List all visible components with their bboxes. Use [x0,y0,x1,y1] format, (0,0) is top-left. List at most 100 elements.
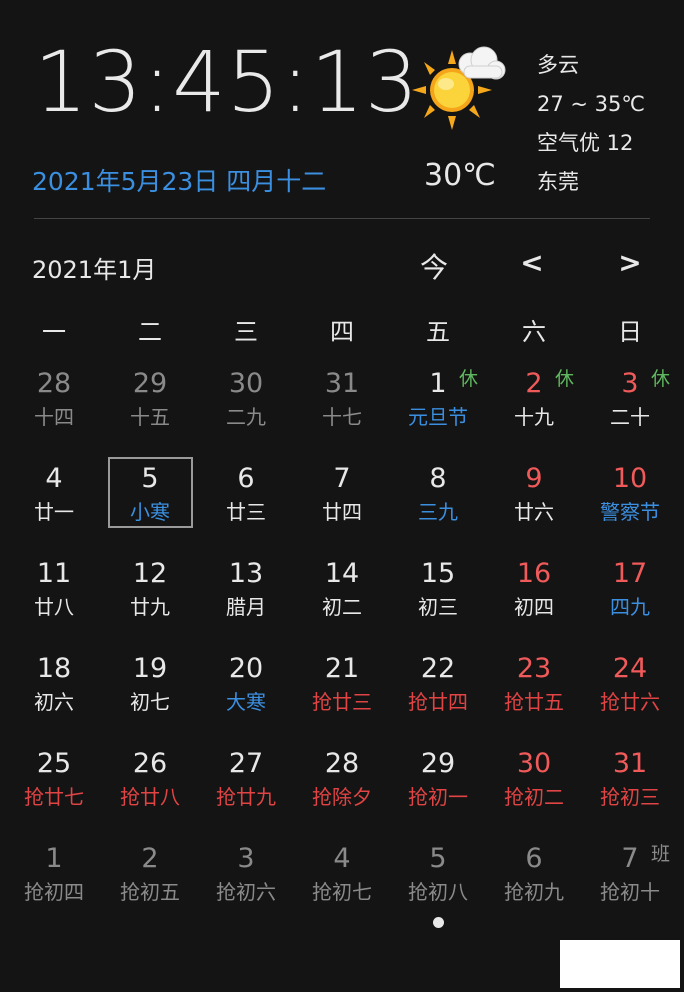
day-number: 31 [324,368,360,399]
calendar-day-cell[interactable]: 15 初三 [390,552,486,647]
calendar-day-cell[interactable]: 19 初七 [102,647,198,742]
lunar-date-label: 二九 [226,405,266,429]
calendar-day-cell[interactable]: 10 警察节 [582,457,678,552]
day-number: 29 [132,368,168,399]
day-number: 10 [612,463,648,494]
calendar-week-row: 25 抢廿七 26 抢廿八 27 抢廿九 28 抢除夕 29 抢初一 30 抢初二 31 抢初三 [6,742,678,837]
calendar-day-cell[interactable]: 27 抢廿九 [198,742,294,837]
lunar-date-label: 抢廿九 [216,785,276,809]
lunar-date-label: 抢除夕 [312,785,372,809]
calendar-day-cell[interactable]: 22 抢廿四 [390,647,486,742]
day-number: 30 [516,748,552,779]
lunar-date-label: 廿一 [34,500,74,524]
calendar-day-cell[interactable]: 28 抢除夕 [294,742,390,837]
lunar-date-label: 抢廿六 [600,690,660,714]
calendar-day-cell[interactable]: 25 抢廿七 [6,742,102,837]
calendar-grid: 28 十四 29 十五 30 二九 31 十七 1 元旦节休 2 十九休 3 二十休 4 廿一 5 小寒 6 廿三 7 廿… [6,362,678,932]
weather-condition: 多云 [537,53,579,77]
lunar-date-label: 抢廿七 [24,785,84,809]
lunar-date-label: 抢初九 [504,880,564,904]
day-number: 15 [420,558,456,589]
calendar-week-row: 4 廿一 5 小寒 6 廿三 7 廿四 8 三九 9 廿六 10 警察节 [6,457,678,552]
day-number: 26 [132,748,168,779]
prev-month-button[interactable]: < [512,246,552,279]
next-month-button[interactable]: > [610,246,650,279]
blank-panel [560,940,680,988]
lunar-date-label: 十九 [514,405,554,429]
lunar-date-label: 抢初二 [504,785,564,809]
calendar-day-cell[interactable]: 4 廿一 [6,457,102,552]
calendar-day-cell[interactable]: 18 初六 [6,647,102,742]
calendar-day-cell[interactable]: 16 初四 [486,552,582,647]
calendar-day-cell[interactable]: 29 十五 [102,362,198,457]
calendar-day-cell[interactable]: 7 廿四 [294,457,390,552]
day-number: 28 [324,748,360,779]
lunar-date-label: 抢初六 [216,880,276,904]
day-number: 22 [420,653,456,684]
day-number: 25 [36,748,72,779]
calendar-day-cell[interactable]: 7 抢初十班 [582,837,678,932]
day-number: 31 [612,748,648,779]
weekday-header: 一 二 三 四 五 六 日 [6,312,678,347]
calendar-day-cell[interactable]: 12 廿九 [102,552,198,647]
calendar-day-cell[interactable]: 26 抢廿八 [102,742,198,837]
calendar-day-cell[interactable]: 11 廿八 [6,552,102,647]
city-name: 东莞 [537,170,579,194]
calendar-day-cell[interactable]: 21 抢廿三 [294,647,390,742]
lunar-date-label: 初七 [130,690,170,714]
lunar-date-label: 初二 [322,595,362,619]
lunar-date-label: 十七 [322,405,362,429]
day-number: 27 [228,748,264,779]
partly-cloudy-sun-icon [408,44,508,134]
calendar-day-cell[interactable]: 17 四九 [582,552,678,647]
calendar-day-cell[interactable]: 4 抢初七 [294,837,390,932]
calendar-day-cell[interactable]: 6 抢初九 [486,837,582,932]
calendar-day-cell[interactable]: 8 三九 [390,457,486,552]
calendar-day-cell[interactable]: 2 十九休 [486,362,582,457]
page-indicator-dot[interactable] [433,917,444,928]
holiday-badge: 休 [554,368,574,390]
calendar-day-cell[interactable]: 2 抢初五 [102,837,198,932]
calendar-day-cell[interactable]: 28 十四 [6,362,102,457]
calendar-day-cell[interactable]: 24 抢廿六 [582,647,678,742]
calendar-day-cell[interactable]: 9 廿六 [486,457,582,552]
calendar-day-cell[interactable]: 30 抢初二 [486,742,582,837]
calendar-day-cell[interactable]: 3 抢初六 [198,837,294,932]
day-number: 14 [324,558,360,589]
calendar-week-row: 11 廿八 12 廿九 13 腊月 14 初二 15 初三 16 初四 17 四九 [6,552,678,647]
day-number: 5 [429,843,447,874]
lunar-date-label: 廿四 [322,500,362,524]
day-number: 7 [333,463,351,494]
lunar-date-label: 初六 [34,690,74,714]
day-number: 28 [36,368,72,399]
calendar-day-cell[interactable]: 30 二九 [198,362,294,457]
calendar-day-cell[interactable]: 29 抢初一 [390,742,486,837]
weekday-label: 四 [330,318,354,346]
day-number: 1 [45,843,63,874]
calendar-day-cell[interactable]: 23 抢廿五 [486,647,582,742]
day-number: 21 [324,653,360,684]
calendar-day-cell[interactable]: 14 初二 [294,552,390,647]
divider [34,218,650,219]
calendar-day-cell[interactable]: 31 十七 [294,362,390,457]
calendar-day-cell[interactable]: 6 廿三 [198,457,294,552]
day-number: 30 [228,368,264,399]
lunar-date-label: 十四 [34,405,74,429]
calendar-day-cell[interactable]: 31 抢初三 [582,742,678,837]
calendar-day-cell[interactable]: 1 抢初四 [6,837,102,932]
month-label: 2021年1月 [32,256,157,284]
calendar-day-cell-selected[interactable]: 5 小寒 [102,457,198,552]
day-number: 2 [141,843,159,874]
calendar-day-cell[interactable]: 3 二十休 [582,362,678,457]
holiday-badge: 休 [650,368,670,390]
day-number: 17 [612,558,648,589]
lunar-date-label: 二十 [610,405,650,429]
day-number: 24 [612,653,648,684]
calendar-day-cell[interactable]: 20 大寒 [198,647,294,742]
calendar-day-cell[interactable]: 1 元旦节休 [390,362,486,457]
today-button[interactable]: 今 [414,246,454,286]
day-number: 8 [429,463,447,494]
day-number: 20 [228,653,264,684]
calendar-week-row: 28 十四 29 十五 30 二九 31 十七 1 元旦节休 2 十九休 3 二十休 [6,362,678,457]
calendar-day-cell[interactable]: 13 腊月 [198,552,294,647]
